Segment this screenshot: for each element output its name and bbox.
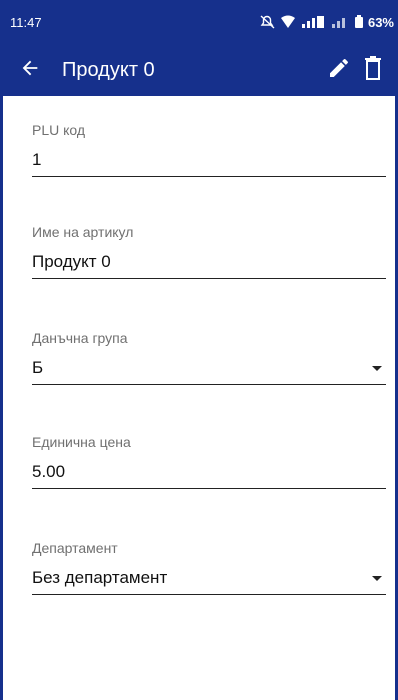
department-value: Без департамент: [32, 568, 168, 587]
plu-input[interactable]: 1: [32, 150, 386, 177]
article-name-value: Продукт 0: [32, 252, 111, 271]
article-name-label: Име на артикул: [32, 224, 134, 240]
chevron-down-icon: [372, 575, 382, 581]
unit-price-input[interactable]: 5.00: [32, 462, 386, 489]
pencil-icon: [327, 56, 351, 85]
tax-group-label: Данъчна група: [32, 330, 128, 346]
status-time: 11:47: [10, 14, 42, 30]
back-button[interactable]: [16, 56, 44, 84]
wifi-icon: [280, 15, 296, 29]
tax-group-field: Данъчна група Б: [32, 330, 386, 385]
tax-group-select[interactable]: Б: [32, 358, 386, 385]
plu-value: 1: [32, 150, 42, 169]
chevron-down-icon: [372, 365, 382, 371]
unit-price-label: Единична цена: [32, 434, 131, 450]
plu-field: PLU код 1: [32, 122, 386, 177]
status-bar: 11:47 63%: [0, 0, 398, 44]
unit-price-field: Единична цена 5.00: [32, 434, 386, 489]
department-field: Департамент Без департамент: [32, 540, 386, 595]
department-select[interactable]: Без департамент: [32, 568, 386, 595]
article-name-field: Име на артикул Продукт 0: [32, 224, 386, 279]
department-label: Департамент: [32, 540, 118, 556]
article-name-input[interactable]: Продукт 0: [32, 252, 386, 279]
status-icons: 63%: [260, 15, 394, 30]
plu-label: PLU код: [32, 122, 86, 138]
tax-group-value: Б: [32, 358, 44, 377]
delete-button[interactable]: [356, 53, 390, 87]
signal-icon: [330, 15, 350, 29]
battery-icon: [354, 15, 364, 29]
battery-percentage: 63%: [367, 14, 394, 30]
page-title: Продукт 0: [62, 58, 155, 81]
arrow-left-icon: [19, 57, 41, 84]
signal-icon: [300, 15, 326, 29]
trash-icon: [362, 55, 384, 86]
unit-price-value: 5.00: [32, 462, 66, 481]
app-bar: Продукт 0: [0, 44, 398, 96]
mute-icon: [260, 15, 276, 29]
app-screen: 11:47 63% Продукт 0 PLU код 1 Име на арт…: [0, 0, 398, 700]
edit-button[interactable]: [322, 53, 356, 87]
